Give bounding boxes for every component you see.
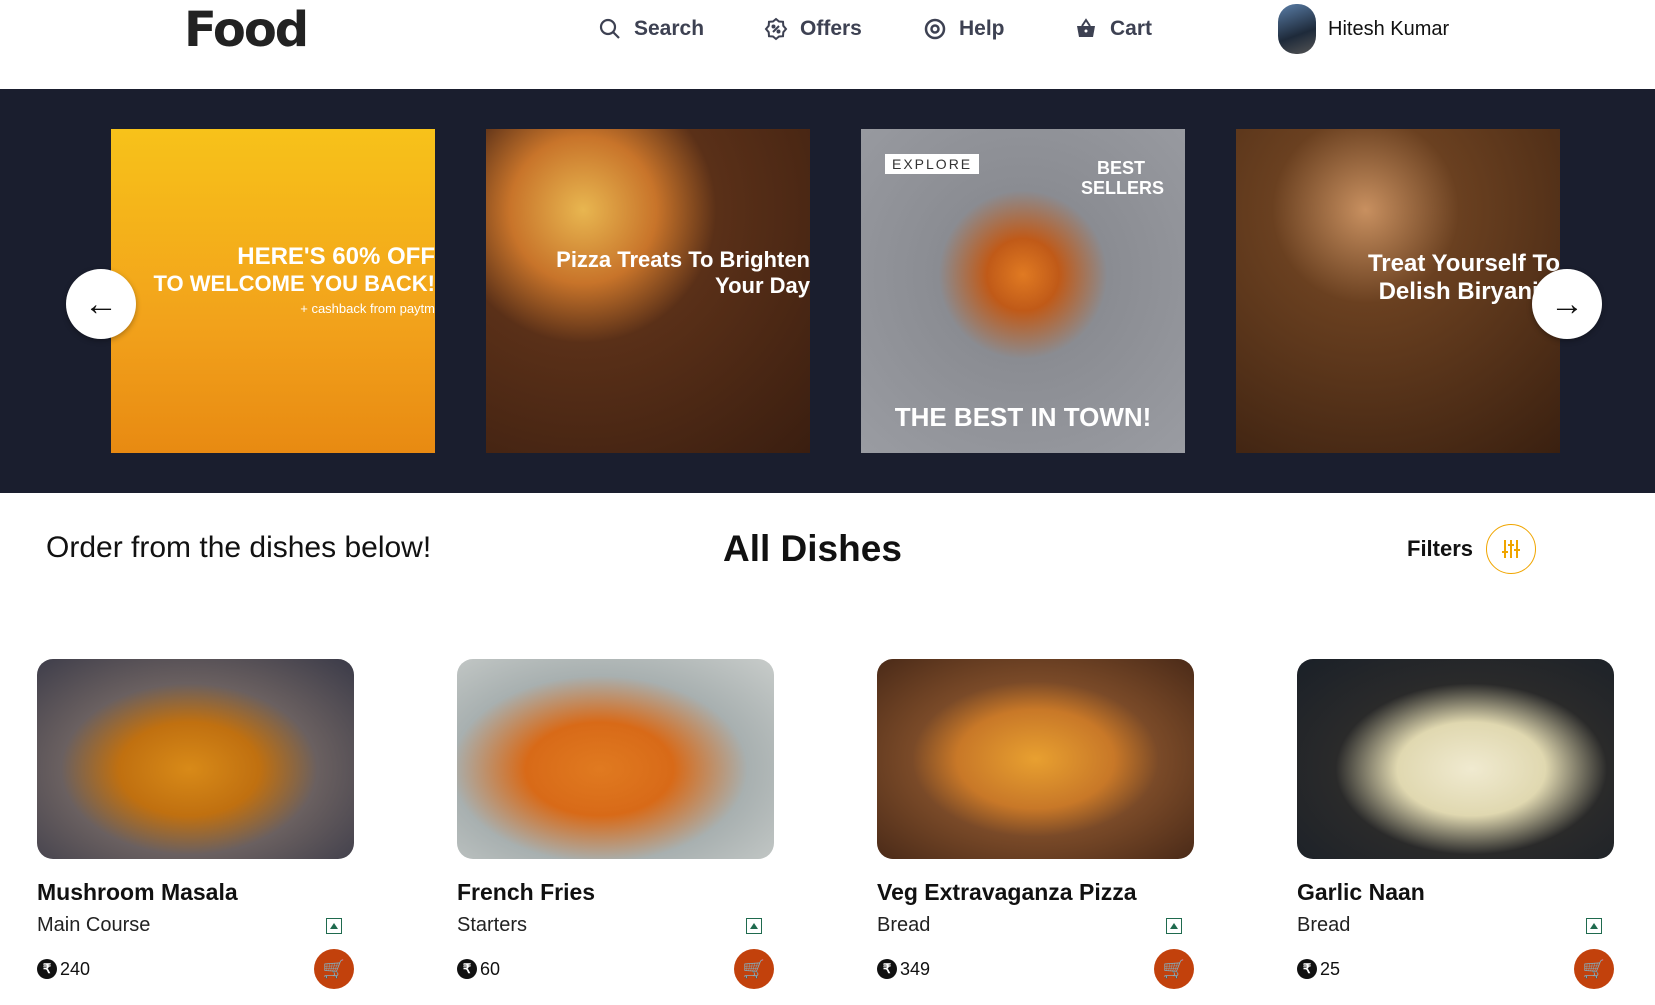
carousel-prev-button[interactable]: ← [66, 269, 136, 339]
add-to-cart-button[interactable]: 🛒 [314, 949, 354, 989]
dish-price: 60 [480, 958, 501, 979]
avatar [1278, 4, 1316, 54]
nav-label: Offers [800, 17, 862, 40]
banner-text: THE BEST IN TOWN! [894, 402, 1152, 432]
dish-image[interactable] [37, 659, 354, 859]
add-to-cart-button[interactable]: 🛒 [1574, 949, 1614, 989]
nav-label: Search [634, 17, 705, 40]
dish-image[interactable] [457, 659, 774, 859]
dish-name: Garlic Naan [1297, 879, 1425, 905]
nav-label: Cart [1110, 17, 1153, 40]
dish-image[interactable] [1297, 659, 1614, 859]
arrow-left-icon: ← [84, 284, 118, 323]
dish-category: Main Course [37, 914, 151, 936]
dish-category: Bread [1297, 914, 1351, 936]
carousel-next-button[interactable]: → [1532, 269, 1602, 339]
dish-price: 349 [900, 958, 931, 979]
cart-plus-icon: 🛒 [1582, 958, 1606, 979]
search-icon [599, 18, 620, 39]
dish-name: Veg Extravaganza Pizza [877, 879, 1137, 905]
dish-name: Mushroom Masala [37, 879, 238, 905]
banner-text: HERE'S 60% OFF [237, 242, 435, 270]
logo[interactable]: Food [184, 2, 309, 58]
banner-text: TO WELCOME YOU BACK! [153, 270, 435, 296]
nav-cart[interactable]: Cart [1074, 14, 1152, 44]
dish-price: 240 [60, 958, 91, 979]
veg-icon [1586, 917, 1602, 934]
banner-text: Treat Yourself To [1367, 250, 1560, 277]
dish-card[interactable]: French Fries Starters ₹60 🛒 [457, 659, 774, 989]
best-sellers-badge: BEST SELLERS [1081, 158, 1165, 198]
header: Food Search Offers Help Cart Hitesh Kuma… [0, 0, 1655, 89]
nav-search[interactable]: Search [598, 14, 704, 44]
rupee-icon: ₹ [877, 959, 897, 979]
help-icon [924, 18, 946, 40]
dish-price: 25 [1320, 958, 1341, 979]
user-name: Hitesh Kumar [1328, 17, 1450, 40]
dish-category: Bread [877, 914, 931, 936]
banner-card[interactable]: Pizza Treats To Brighten Your Day [486, 129, 810, 453]
section-subtitle: Order from the dishes below! [46, 531, 432, 564]
veg-icon [326, 917, 342, 934]
nav-offers[interactable]: Offers [764, 14, 862, 44]
filters-button[interactable] [1486, 524, 1536, 574]
nav-help[interactable]: Help [923, 14, 1005, 44]
dish-card[interactable]: Veg Extravaganza Pizza Bread ₹349 🛒 [877, 659, 1194, 989]
arrow-right-icon: → [1550, 284, 1584, 323]
banner-card[interactable]: EXPLORE BEST SELLERS THE BEST IN TOWN! [861, 129, 1185, 453]
dish-image[interactable] [877, 659, 1194, 859]
veg-icon [746, 917, 762, 934]
add-to-cart-button[interactable]: 🛒 [1154, 949, 1194, 989]
sliders-icon [1502, 540, 1520, 558]
cart-plus-icon: 🛒 [322, 958, 346, 979]
dish-card[interactable]: Mushroom Masala Main Course ₹240 🛒 [37, 659, 354, 989]
cart-icon [1077, 18, 1095, 37]
user-profile[interactable]: Hitesh Kumar [1278, 4, 1449, 54]
dish-card[interactable]: Garlic Naan Bread ₹25 🛒 [1297, 659, 1614, 989]
rupee-icon: ₹ [457, 959, 477, 979]
section-title: All Dishes [723, 528, 902, 569]
veg-icon [1166, 917, 1182, 934]
nav-label: Help [959, 17, 1005, 40]
add-to-cart-button[interactable]: 🛒 [734, 949, 774, 989]
banner-card[interactable]: Treat Yourself To Delish Biryanis! [1236, 129, 1560, 453]
banner-text: Your Day [715, 273, 810, 298]
dish-name: French Fries [457, 879, 596, 905]
cart-plus-icon: 🛒 [742, 958, 766, 979]
banner-text: + cashback from paytm [300, 300, 435, 316]
cart-plus-icon: 🛒 [1162, 958, 1186, 979]
banner-tag: EXPLORE [885, 154, 980, 174]
dish-category: Starters [457, 914, 528, 936]
banner-card[interactable]: HERE'S 60% OFF TO WELCOME YOU BACK! + ca… [111, 129, 435, 453]
filters-label[interactable]: Filters [1407, 536, 1473, 562]
rupee-icon: ₹ [1297, 959, 1317, 979]
offers-icon [764, 17, 788, 41]
banner-text: Pizza Treats To Brighten [556, 247, 810, 272]
rupee-icon: ₹ [37, 959, 57, 979]
